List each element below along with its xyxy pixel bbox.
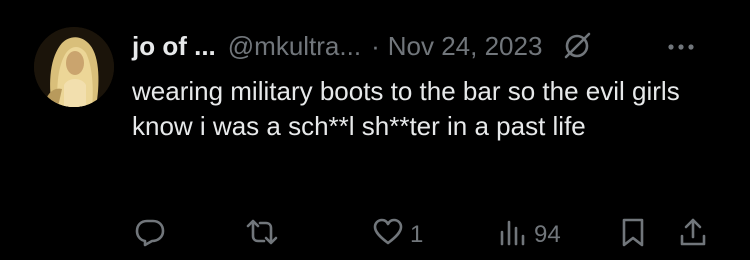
views-count: 94 (534, 220, 561, 248)
tweet-date[interactable]: Nov 24, 2023 (388, 28, 543, 64)
action-bar: 1 94 (0, 210, 750, 260)
views-button[interactable]: 94 (496, 216, 561, 253)
user-handle[interactable]: @mkultra... (228, 28, 361, 64)
avatar[interactable] (34, 27, 114, 107)
avatar-image (34, 27, 114, 107)
tweet-card[interactable]: jo of ... @mkultra... · Nov 24, 2023 wea… (0, 0, 750, 260)
like-button[interactable]: 1 (372, 216, 423, 253)
reply-button[interactable] (134, 216, 166, 253)
heart-icon (372, 216, 404, 253)
repost-icon (244, 216, 280, 253)
repost-button[interactable] (244, 216, 280, 253)
tweet-text: wearing military boots to the bar so the… (132, 76, 680, 141)
share-button[interactable] (678, 216, 708, 253)
like-count: 1 (410, 220, 424, 248)
display-name[interactable]: jo of ... (132, 28, 216, 64)
muted-icon (562, 31, 592, 61)
reply-icon (134, 216, 166, 253)
bookmark-icon (618, 216, 648, 253)
share-icon (678, 216, 708, 253)
views-chart-icon (496, 216, 528, 253)
bookmark-button[interactable] (618, 216, 648, 253)
tweet-header: jo of ... @mkultra... · Nov 24, 2023 (132, 28, 732, 64)
more-options-icon[interactable] (666, 32, 696, 62)
separator-dot: · (371, 31, 380, 61)
